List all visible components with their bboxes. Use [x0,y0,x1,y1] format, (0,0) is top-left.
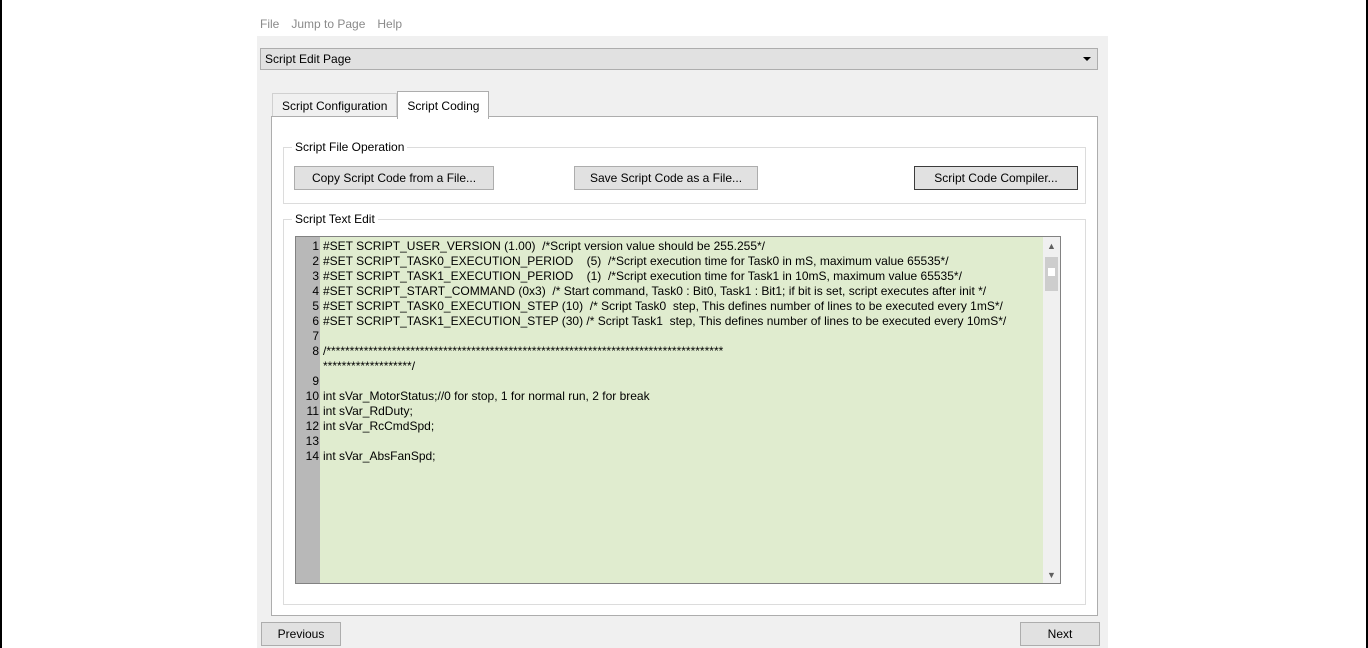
line-code: #SET SCRIPT_TASK1_EXECUTION_STEP (30) /*… [323,314,1007,328]
script-file-operation-group: Script File Operation Copy Script Code f… [283,140,1086,204]
code-line: 11 int sVar_RdDuty; [296,404,1040,419]
code-line: 4 #SET SCRIPT_START_COMMAND (0x3) /* Star… [296,284,1040,299]
line-number: 6 [312,314,319,328]
code-line: 7 [296,329,1040,344]
line-number: 4 [312,284,319,298]
line-code: #SET SCRIPT_TASK1_EXECUTION_PERIOD (1) /… [323,269,962,283]
code-line: 6 #SET SCRIPT_TASK1_EXECUTION_STEP (30) /… [296,314,1040,329]
code-line: 10 int sVar_MotorStatus;//0 for stop, 1 f… [296,389,1040,404]
tab-label: Script Coding [407,98,480,113]
code-lines: 1 #SET SCRIPT_USER_VERSION (1.00) /*Scrip… [296,239,1040,464]
tab-panel-script-coding: Script File Operation Copy Script Code f… [271,116,1098,616]
line-number: 10 [305,389,319,403]
line-code: /***************************************… [323,344,724,373]
line-code: int sVar_RcCmdSpd; [323,419,435,433]
line-number: 3 [312,269,319,283]
scroll-down-icon[interactable]: ▼ [1043,566,1060,583]
code-line: 3 #SET SCRIPT_TASK1_EXECUTION_PERIOD (1) … [296,269,1040,284]
script-code-editor[interactable]: 1 #SET SCRIPT_USER_VERSION (1.00) /*Scrip… [295,236,1061,584]
code-line: 9 [296,374,1040,389]
code-line: 1 #SET SCRIPT_USER_VERSION (1.00) /*Scrip… [296,239,1040,254]
script-text-edit-group: Script Text Edit 1 #SET SCRIPT_USER_VERSI… [283,212,1086,605]
page-select-value: Script Edit Page [265,52,352,66]
page-select-dropdown[interactable]: Script Edit Page [260,48,1098,70]
vertical-scrollbar[interactable]: ▲ ▼ [1043,237,1060,583]
line-number: 14 [305,449,319,463]
line-code: #SET SCRIPT_START_COMMAND (0x3) /* Start… [323,284,987,298]
line-number: 11 [306,404,319,418]
menu-jump-to-page[interactable]: Jump to Page [291,17,365,31]
code-line: 13 [296,434,1040,449]
line-number: 2 [312,254,319,268]
line-code: int sVar_AbsFanSpd; [323,449,436,463]
line-code: #SET SCRIPT_TASK0_EXECUTION_STEP (10) /*… [323,299,1003,313]
line-number: 13 [305,434,319,448]
code-line: 5 #SET SCRIPT_TASK0_EXECUTION_STEP (10) /… [296,299,1040,314]
line-number: 1 [312,239,319,253]
chevron-down-icon [1083,57,1091,61]
save-script-code-button[interactable]: Save Script Code as a File... [574,166,758,190]
code-line: 12 int sVar_RcCmdSpd; [296,419,1040,434]
line-code: #SET SCRIPT_USER_VERSION (1.00) /*Script… [323,239,765,253]
group-title: Script File Operation [292,140,408,154]
copy-script-code-button[interactable]: Copy Script Code from a File... [294,166,494,190]
scroll-thumb[interactable] [1045,257,1058,291]
menu-file[interactable]: File [260,17,279,31]
line-number: 9 [312,374,319,388]
line-code: #SET SCRIPT_TASK0_EXECUTION_PERIOD (5) /… [323,254,949,268]
tab-label: Script Configuration [282,99,388,113]
next-button[interactable]: Next [1020,622,1100,646]
tab-script-configuration[interactable]: Script Configuration [272,93,398,118]
menu-bar: File Jump to Page Help [257,12,1108,36]
line-code: int sVar_MotorStatus;//0 for stop, 1 for… [323,389,650,403]
line-number: 8 [312,344,319,358]
script-code-compiler-button[interactable]: Script Code Compiler... [914,166,1078,190]
code-line: 8 /**************************************… [296,344,1040,374]
group-title: Script Text Edit [292,212,378,226]
tab-bar: Script Configuration Script Coding [272,91,490,119]
line-number: 12 [305,419,319,433]
menu-help[interactable]: Help [377,17,402,31]
line-number: 5 [312,299,319,313]
tab-script-coding[interactable]: Script Coding [397,91,490,119]
scroll-up-icon[interactable]: ▲ [1043,237,1060,254]
code-line: 14 int sVar_AbsFanSpd; [296,449,1040,464]
previous-button[interactable]: Previous [261,622,341,646]
window-border-left [0,0,2,648]
app-window: File Jump to Page Help Script Edit Page … [257,12,1108,648]
line-code: int sVar_RdDuty; [323,404,413,418]
line-number: 7 [312,329,319,343]
code-line: 2 #SET SCRIPT_TASK0_EXECUTION_PERIOD (5) … [296,254,1040,269]
